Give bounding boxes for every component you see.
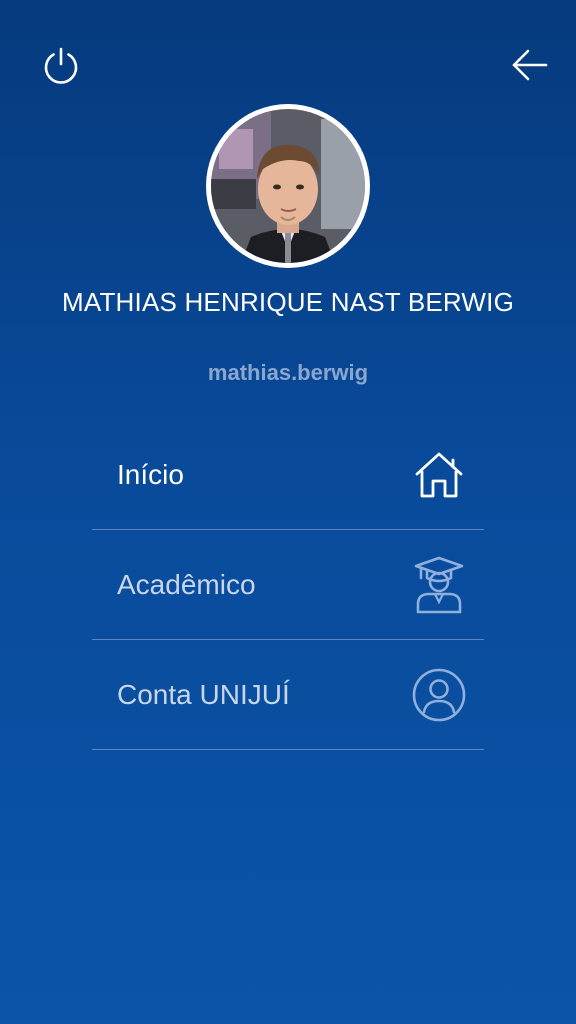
menu-item-academico[interactable]: Acadêmico — [92, 530, 484, 640]
power-button[interactable] — [37, 41, 85, 89]
user-name: MATHIAS HENRIQUE NAST BERWIG — [62, 287, 514, 317]
arrow-left-icon — [512, 49, 548, 81]
menu-item-label: Acadêmico — [117, 568, 256, 600]
menu-item-inicio[interactable]: Início — [92, 420, 484, 530]
profile-photo — [211, 109, 365, 263]
home-icon — [412, 448, 466, 502]
user-login: mathias.berwig — [207, 360, 369, 385]
graduate-icon — [412, 556, 466, 613]
menu-item-label: Conta UNIJUÍ — [117, 678, 290, 710]
avatar[interactable] — [206, 104, 370, 268]
back-button[interactable] — [506, 41, 554, 89]
account-circle-icon — [412, 668, 466, 722]
power-icon — [44, 47, 78, 84]
main-menu: Início Acadêmico Conta UNIJUÍ — [92, 420, 484, 750]
menu-item-conta-unijui[interactable]: Conta UNIJUÍ — [92, 640, 484, 750]
menu-item-label: Início — [117, 458, 184, 490]
